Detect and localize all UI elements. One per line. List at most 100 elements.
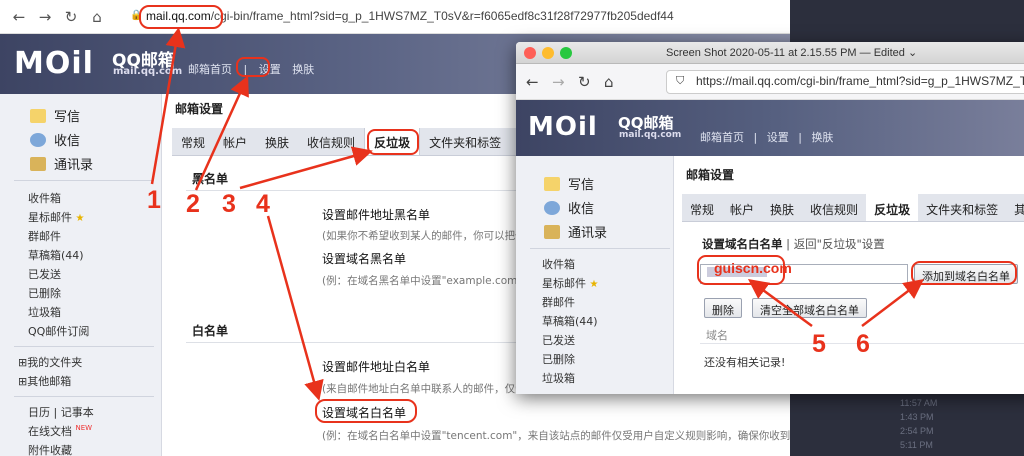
tab-general[interactable]: 常规: [682, 194, 722, 221]
tab-rules[interactable]: 收信规则: [298, 128, 364, 155]
inbox-button[interactable]: 收信: [544, 198, 594, 217]
logo-moil: MOil: [14, 46, 94, 81]
url-text[interactable]: https://mail.qq.com/cgi-bin/frame_html?s…: [696, 74, 1024, 88]
timestamp: 11:57 AM: [900, 398, 938, 408]
nav-home-link[interactable]: 邮箱首页: [188, 63, 232, 76]
inbox-button[interactable]: 收信: [30, 130, 80, 149]
tools-separator: |: [53, 406, 58, 419]
compose-icon: [30, 109, 46, 123]
sidebar-group-label: 我的文件夹: [27, 356, 83, 369]
maximize-icon[interactable]: [560, 47, 572, 59]
contacts-button[interactable]: 通讯录: [544, 222, 607, 241]
nav-home-link[interactable]: 邮箱首页: [700, 131, 744, 144]
sidebar-item-group-mail[interactable]: 群邮件: [542, 294, 575, 310]
timestamp: 2:54 PM: [900, 426, 934, 436]
clear-all-button[interactable]: 清空全部域名白名单: [752, 298, 867, 318]
logo-moil: MOil: [528, 112, 598, 142]
sidebar-item-junk[interactable]: 垃圾箱: [28, 304, 61, 320]
tab-folders-labels[interactable]: 文件夹和标签: [420, 128, 510, 155]
sidebar-item-drafts[interactable]: 草稿箱(44): [28, 247, 84, 263]
compose-icon: [544, 177, 560, 191]
expand-icon: ⊞: [18, 375, 28, 388]
step-number: 3: [222, 190, 236, 218]
back-icon[interactable]: ←: [6, 8, 32, 26]
forward-icon[interactable]: →: [552, 73, 565, 91]
nav-settings-link[interactable]: 设置: [767, 131, 789, 144]
notes-link[interactable]: 记事本: [61, 406, 94, 419]
calendar-link[interactable]: 日历: [28, 406, 50, 419]
compose-button[interactable]: 写信: [544, 174, 594, 193]
divider: [14, 396, 154, 397]
tab-anti-spam[interactable]: 反垃圾: [364, 128, 421, 155]
star-icon: ★: [75, 213, 85, 224]
sidebar-item-sent[interactable]: 已发送: [542, 332, 575, 348]
tab-folders-labels[interactable]: 文件夹和标签: [918, 194, 1006, 221]
mail-header: MOil QQ邮箱 mail.qq.com 邮箱首页 | 设置 | 换肤: [516, 100, 1024, 156]
logo-domain: mail.qq.com: [113, 66, 183, 77]
contacts-icon: [544, 225, 560, 239]
nav-skin-link[interactable]: 换肤: [811, 131, 833, 144]
compose-label: 写信: [54, 110, 81, 125]
empty-state: 还没有相关记录!: [704, 356, 786, 369]
breadcrumb: 设置域名白名单 | 返回"反垃圾"设置: [702, 236, 885, 252]
whitelist-domain-link[interactable]: 设置域名白名单: [322, 404, 406, 421]
delete-button[interactable]: 删除: [704, 298, 742, 318]
sidebar-item-junk[interactable]: 垃圾箱: [542, 370, 575, 386]
nav-settings-link[interactable]: 设置: [259, 63, 281, 76]
reload-icon[interactable]: ↻: [578, 73, 591, 91]
tab-skin[interactable]: 换肤: [256, 128, 298, 155]
home-icon[interactable]: ⌂: [604, 73, 614, 91]
sidebar-item-inbox[interactable]: 收件箱: [28, 190, 61, 206]
home-icon[interactable]: ⌂: [84, 8, 110, 26]
close-icon[interactable]: [524, 47, 536, 59]
sidebar-group-other-mailboxes[interactable]: ⊞其他邮箱: [18, 373, 71, 389]
online-docs-link[interactable]: 在线文档 NEW: [28, 423, 92, 439]
sidebar-group-my-folders[interactable]: ⊞我的文件夹: [18, 354, 82, 370]
minimize-icon[interactable]: [542, 47, 554, 59]
url-text[interactable]: mail.qq.com/cgi-bin/frame_html?sid=g_p_1…: [146, 9, 674, 23]
step-number: 2: [186, 190, 200, 218]
tab-general[interactable]: 常规: [172, 128, 214, 155]
blacklist-address-link[interactable]: 设置邮件地址黑名单: [322, 206, 430, 223]
add-domain-whitelist-button[interactable]: 添加到域名白名单: [914, 264, 1018, 284]
shield-icon: ⛉: [676, 74, 685, 87]
reload-icon[interactable]: ↻: [58, 8, 84, 26]
step-number: 6: [856, 330, 870, 358]
inbox-label: 收信: [54, 134, 81, 149]
blacklist-heading: 黑名单: [192, 172, 229, 186]
sidebar-item-label: 星标邮件: [28, 211, 72, 224]
tab-more[interactable]: 其: [1006, 194, 1024, 221]
tab-anti-spam[interactable]: 反垃圾: [866, 194, 919, 221]
sidebar-item-sent[interactable]: 已发送: [28, 266, 61, 282]
tab-accounts[interactable]: 帐户: [214, 128, 256, 155]
whitelist-heading: 白名单: [192, 324, 229, 338]
forward-icon[interactable]: →: [32, 8, 58, 26]
back-icon[interactable]: ←: [526, 73, 539, 91]
settings-tabs: 常规 帐户 换肤 收信规则 反垃圾 文件夹和标签 其: [682, 194, 1024, 222]
window-title: Screen Shot 2020-05-11 at 2.15.55 PM — E…: [666, 47, 918, 59]
step-number: 4: [256, 190, 270, 218]
sidebar-item-deleted[interactable]: 已删除: [28, 285, 61, 301]
back-to-anti-spam-link[interactable]: 返回"反垃圾"设置: [794, 237, 885, 251]
tab-rules[interactable]: 收信规则: [802, 194, 866, 221]
whitelist-address-link[interactable]: 设置邮件地址白名单: [322, 358, 430, 375]
sidebar-item-drafts[interactable]: 草稿箱(44): [542, 313, 598, 329]
sidebar-item-group-mail[interactable]: 群邮件: [28, 228, 61, 244]
logo-domain: mail.qq.com: [619, 130, 682, 140]
sidebar-item-deleted[interactable]: 已删除: [542, 351, 575, 367]
sidebar-item-starred[interactable]: 星标邮件 ★: [28, 209, 84, 225]
compose-button[interactable]: 写信: [30, 106, 80, 125]
sidebar-item-starred[interactable]: 星标邮件 ★: [542, 275, 598, 291]
tab-skin[interactable]: 换肤: [762, 194, 802, 221]
blacklist-domain-desc: (例：在域名黑名单中设置"example.com": [322, 275, 523, 287]
lock-icon: 🔒: [130, 10, 143, 21]
tab-accounts[interactable]: 帐户: [722, 194, 762, 221]
nav-skin-link[interactable]: 换肤: [292, 63, 314, 76]
contacts-button[interactable]: 通讯录: [30, 154, 93, 173]
sidebar-item-inbox[interactable]: 收件箱: [542, 256, 575, 272]
sidebar-item-subscriptions[interactable]: QQ邮件订阅: [28, 323, 89, 339]
url-path: /cgi-bin/frame_html?sid=g_p_1HWS7MZ_T0sV…: [210, 9, 674, 23]
attachments-link[interactable]: 附件收藏: [28, 442, 72, 456]
blacklist-domain-link[interactable]: 设置域名黑名单: [322, 250, 406, 267]
section-title: 设置域名白名单: [702, 237, 783, 251]
